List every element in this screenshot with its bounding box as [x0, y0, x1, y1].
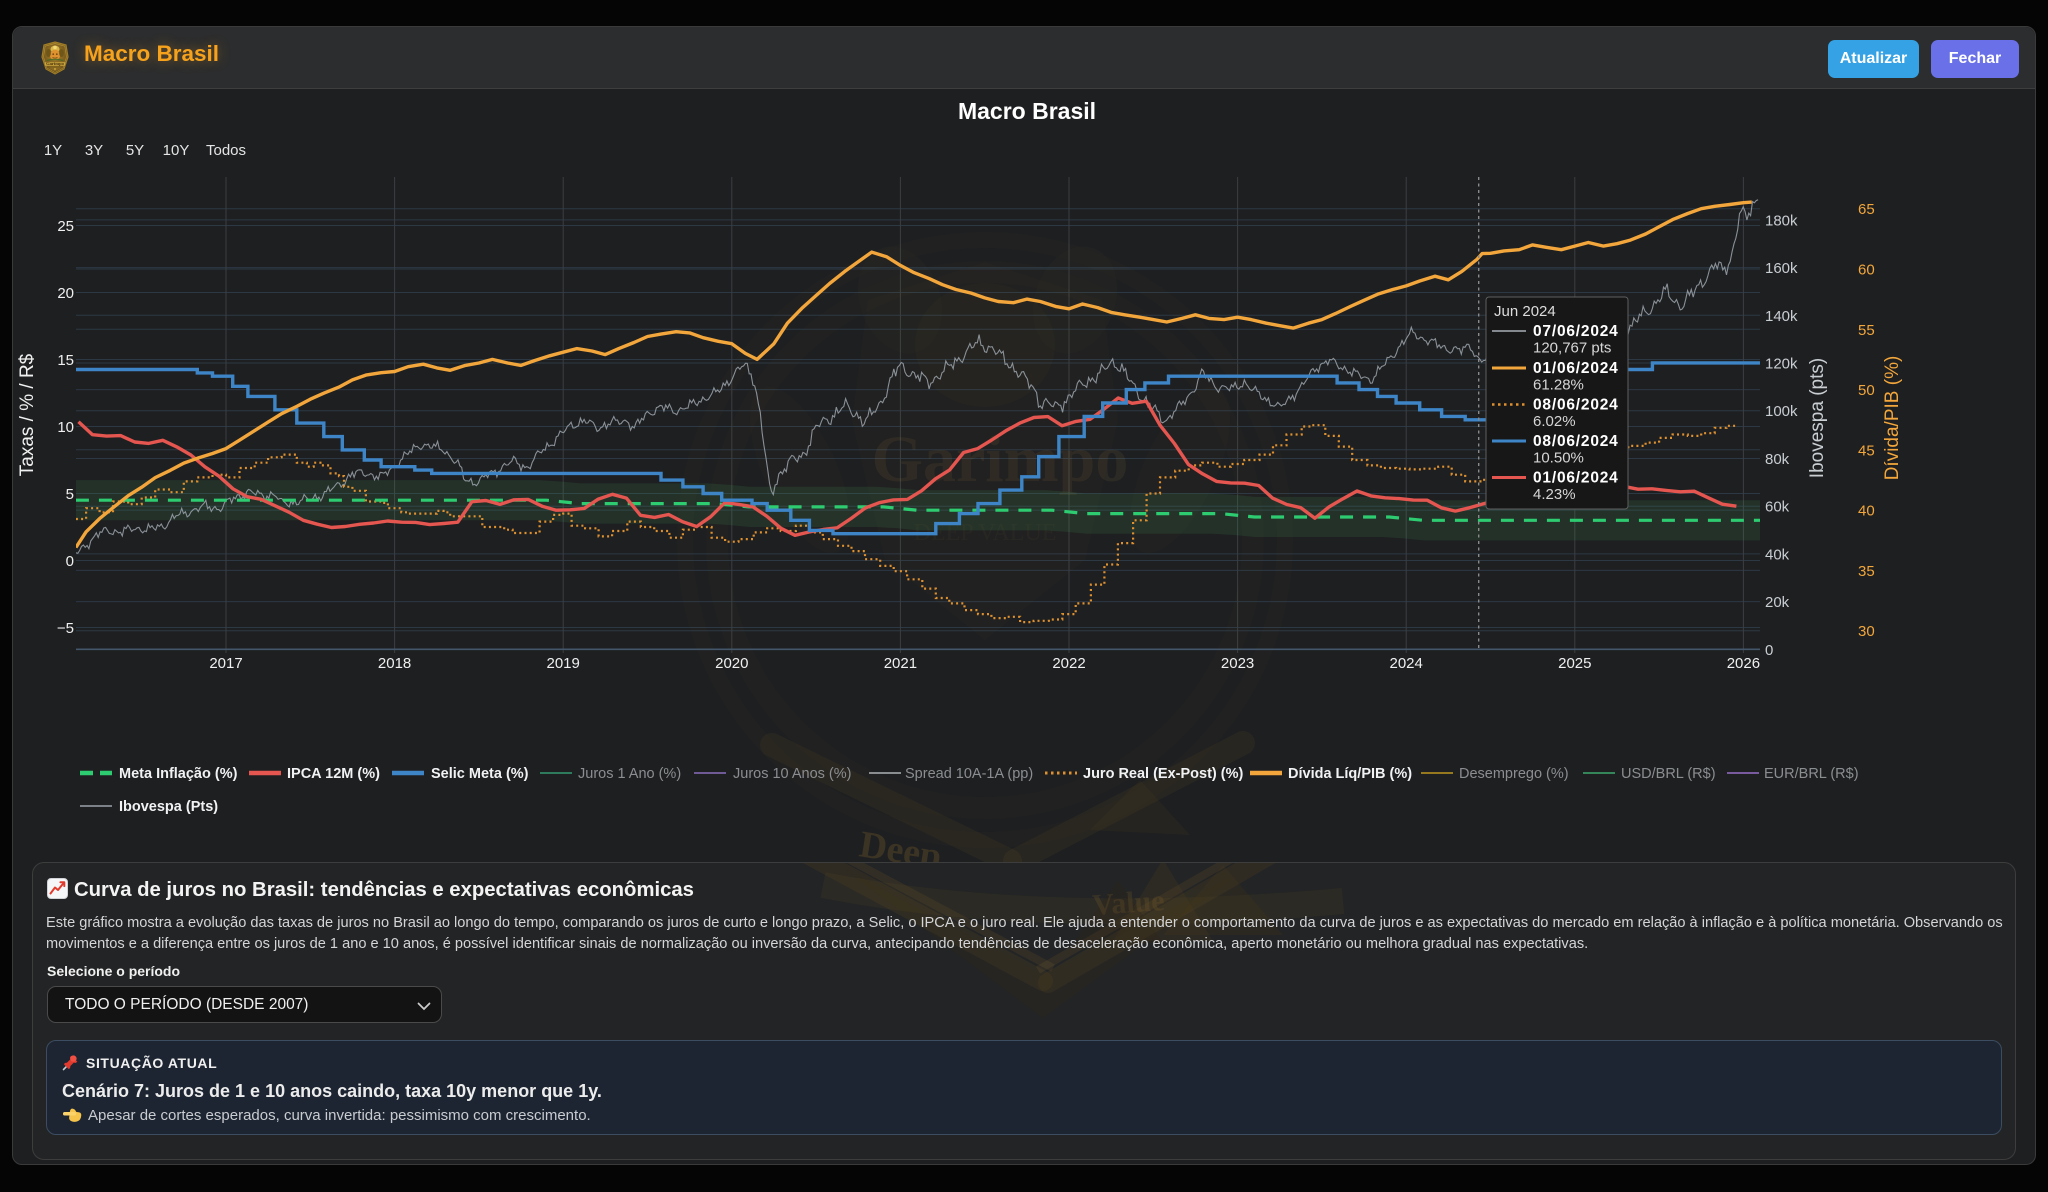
svg-text:Garimpo: Garimpo [46, 61, 65, 66]
